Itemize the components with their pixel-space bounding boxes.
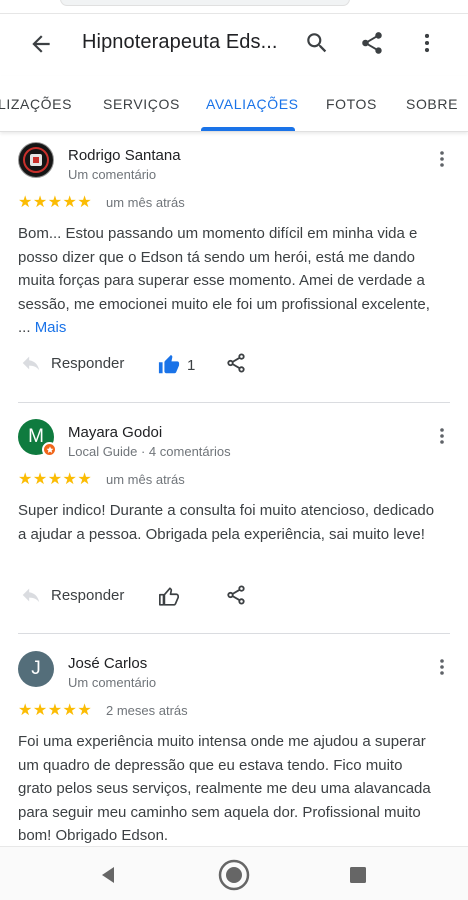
tab-avaliacoes[interactable]: AVALIAÇÕES bbox=[206, 96, 299, 112]
share-icon[interactable] bbox=[358, 29, 386, 57]
like-button[interactable]: 1 bbox=[158, 354, 195, 376]
reply-icon bbox=[22, 356, 40, 371]
reviewer-name[interactable]: José Carlos bbox=[68, 655, 147, 672]
more-vert-icon[interactable] bbox=[432, 425, 452, 447]
reviewer-meta: Um comentário bbox=[68, 167, 157, 182]
avatar[interactable] bbox=[18, 142, 54, 178]
tab-atualizacoes[interactable]: LIZAÇÕES bbox=[0, 96, 72, 112]
like-button[interactable] bbox=[158, 586, 180, 608]
reply-button[interactable]: Responder bbox=[20, 584, 124, 606]
thumbs-up-icon bbox=[158, 354, 180, 374]
star-rating: ★★★★★ bbox=[18, 702, 93, 719]
reply-button[interactable]: Responder bbox=[20, 352, 124, 374]
tab-bar: LIZAÇÕES SERVIÇOS AVALIAÇÕES FOTOS SOBRE bbox=[0, 76, 468, 132]
avatar-initial: M bbox=[28, 426, 44, 447]
share-icon[interactable] bbox=[225, 352, 247, 374]
tab-sobre[interactable]: SOBRE bbox=[406, 96, 458, 112]
system-nav-bar bbox=[0, 846, 468, 900]
star-rating: ★★★★★ bbox=[18, 194, 93, 211]
tab-servicos[interactable]: SERVIÇOS bbox=[103, 96, 180, 112]
page-title: Hipnoterapeuta Eds... bbox=[82, 31, 278, 53]
avatar[interactable]: M bbox=[18, 419, 57, 457]
avatar[interactable]: J bbox=[18, 651, 54, 687]
thumbs-up-outline-icon bbox=[159, 587, 179, 606]
local-guide-badge bbox=[42, 442, 57, 457]
status-strip bbox=[0, 0, 468, 14]
more-link[interactable]: Mais bbox=[35, 319, 67, 336]
avatar-initial: J bbox=[31, 658, 41, 679]
reviewer-meta: Um comentário bbox=[68, 675, 157, 690]
review-text-content: Bom... Estou passando um momento difícil… bbox=[18, 225, 430, 336]
divider bbox=[18, 633, 450, 634]
more-vert-icon[interactable] bbox=[432, 148, 452, 170]
divider bbox=[18, 402, 450, 403]
tab-fotos[interactable]: FOTOS bbox=[326, 96, 377, 112]
review-time: um mês atrás bbox=[106, 472, 185, 487]
share-icon[interactable] bbox=[225, 584, 247, 606]
review-actions: Responder 1 bbox=[0, 352, 468, 382]
reviewer-meta: Local Guide · 4 comentários bbox=[68, 444, 231, 459]
reply-label: Responder bbox=[51, 354, 125, 372]
like-count: 1 bbox=[187, 356, 196, 374]
review-time: 2 meses atrás bbox=[106, 703, 188, 718]
reviewer-name[interactable]: Mayara Godoi bbox=[68, 424, 162, 441]
app-bar: Hipnoterapeuta Eds... bbox=[0, 14, 468, 76]
reply-label: Responder bbox=[51, 586, 125, 604]
review-text: Bom... Estou passando um momento difícil… bbox=[18, 222, 438, 340]
reviewer-name[interactable]: Rodrigo Santana bbox=[68, 147, 181, 164]
review-time: um mês atrás bbox=[106, 195, 185, 210]
search-icon[interactable] bbox=[303, 29, 331, 57]
reply-icon bbox=[22, 588, 40, 603]
review-text: Foi uma experiência muito intensa onde m… bbox=[18, 733, 431, 844]
review-text: Super indico! Durante a consulta foi mui… bbox=[18, 502, 435, 543]
more-vert-icon[interactable] bbox=[432, 656, 452, 678]
arrow-back-icon[interactable] bbox=[28, 31, 54, 57]
review-actions: Responder bbox=[0, 584, 468, 614]
url-pill bbox=[60, 0, 350, 6]
nav-recents-icon[interactable] bbox=[342, 859, 374, 891]
tab-active-indicator bbox=[201, 127, 295, 131]
star-rating: ★★★★★ bbox=[18, 471, 93, 488]
nav-back-icon[interactable] bbox=[92, 859, 124, 891]
nav-home-icon[interactable] bbox=[218, 859, 250, 891]
star-badge-icon bbox=[46, 445, 53, 453]
more-vert-icon[interactable] bbox=[413, 29, 441, 57]
